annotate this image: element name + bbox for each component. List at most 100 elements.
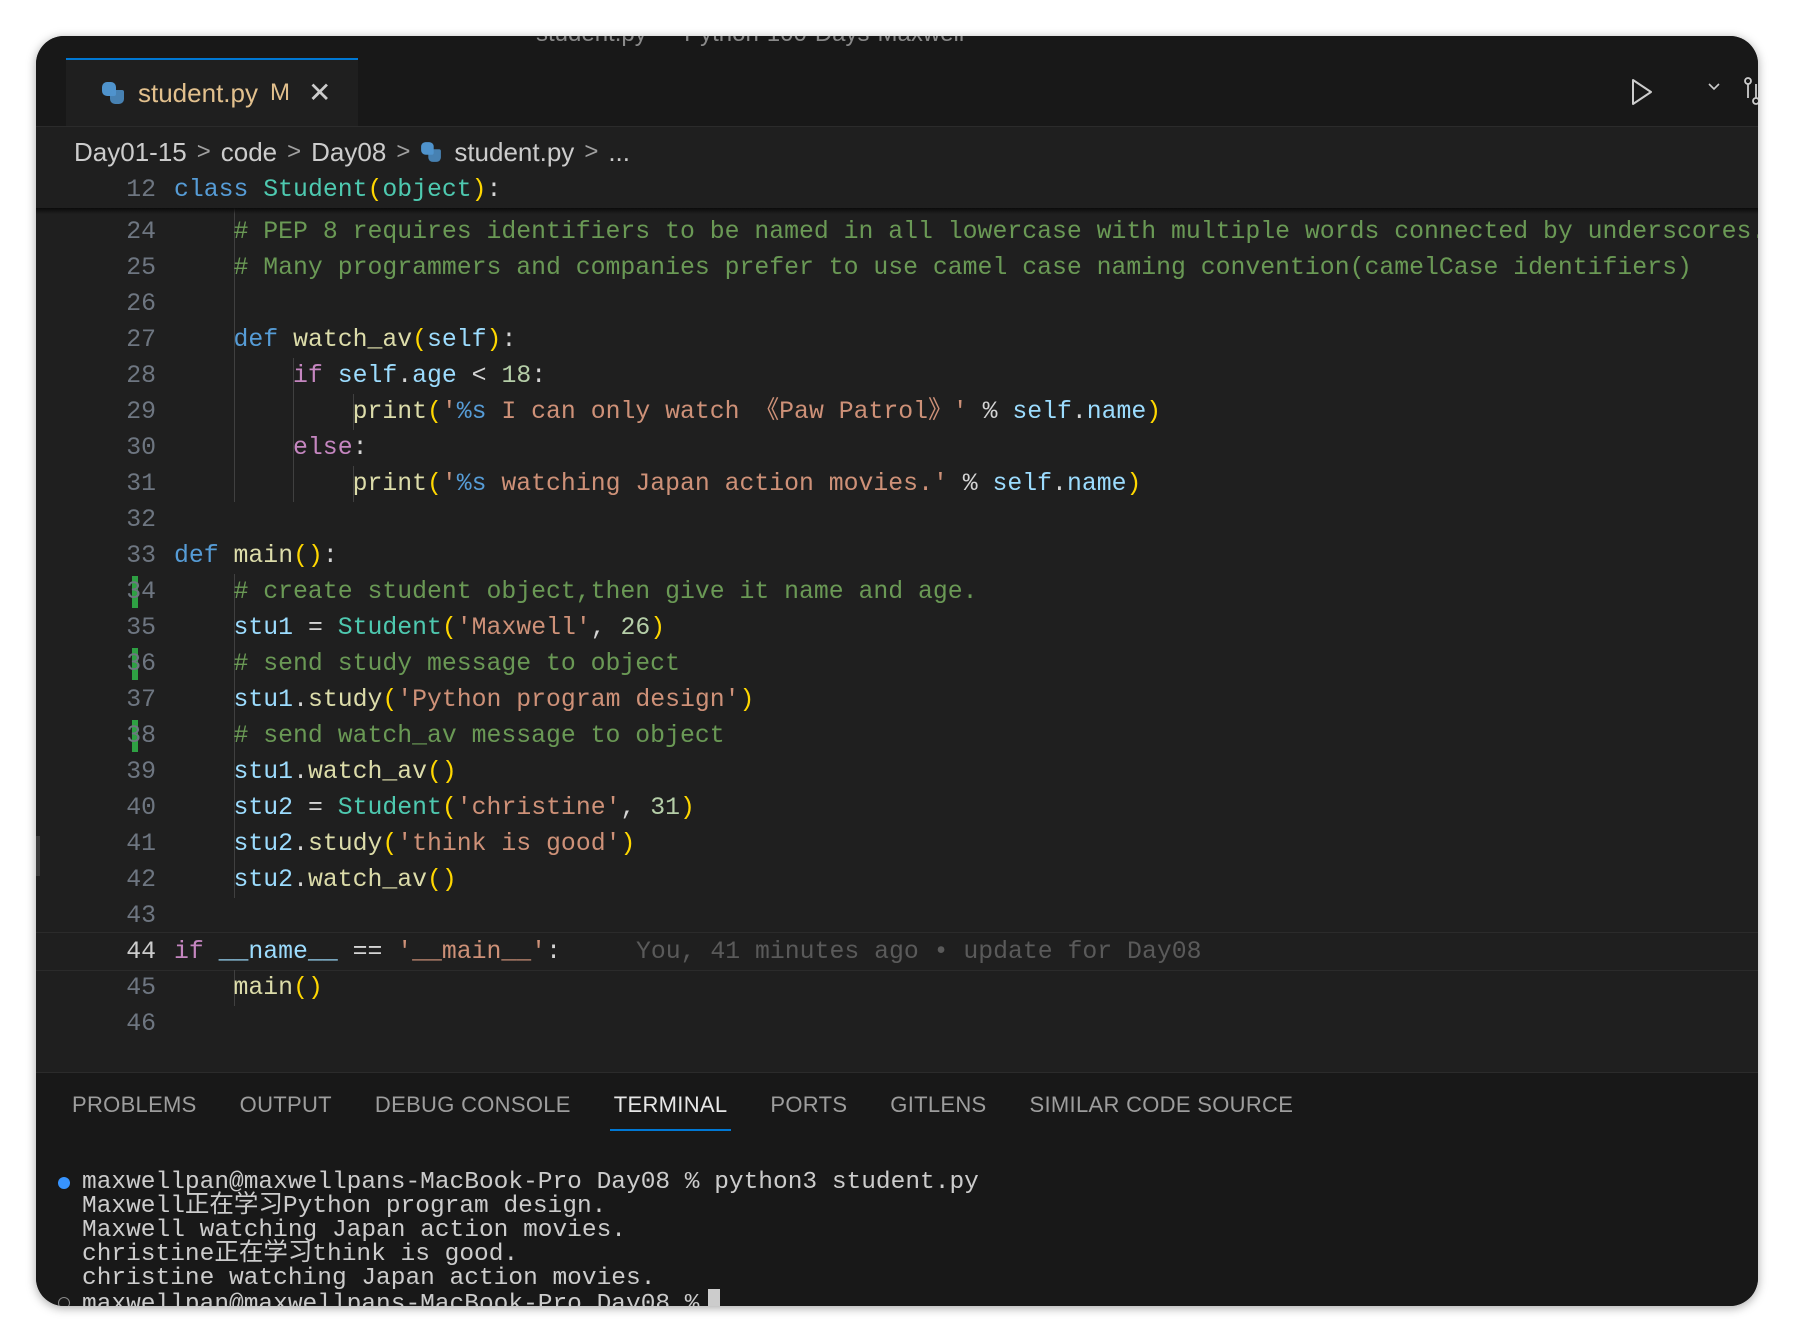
terminal-prompt-line: maxwellpan@maxwellpans-MacBook-Pro Day08…: [82, 1289, 720, 1306]
code-line[interactable]: 29 print('%s I can only watch 《Paw Patro…: [36, 394, 1758, 430]
code-text: # send watch_av message to object: [233, 722, 725, 750]
code-line[interactable]: 27 def watch_av(self):: [36, 322, 1758, 358]
breadcrumb-item-day08[interactable]: Day08: [311, 137, 386, 168]
code-text: stu2.watch_av(): [233, 866, 457, 894]
bottom-panel: PROBLEMS OUTPUT DEBUG CONSOLE TERMINAL P…: [36, 1072, 1758, 1306]
line-number[interactable]: 36: [76, 646, 156, 682]
tab-output[interactable]: OUTPUT: [240, 1073, 332, 1137]
code-line[interactable]: 32: [36, 502, 1758, 538]
code-line[interactable]: 35 stu1 = Student('Maxwell', 26): [36, 610, 1758, 646]
breadcrumb-separator: >: [287, 138, 302, 165]
code-line[interactable]: 34 # create student object,then give it …: [36, 574, 1758, 610]
code-line[interactable]: 43: [36, 898, 1758, 934]
line-number[interactable]: 27: [76, 322, 156, 358]
sash-handle[interactable]: [36, 836, 40, 876]
line-number[interactable]: 44: [76, 934, 156, 970]
line-number[interactable]: 42: [76, 862, 156, 898]
breadcrumb-item-code[interactable]: code: [221, 137, 277, 168]
code-line[interactable]: 37 stu1.study('Python program design'): [36, 682, 1758, 718]
line-number[interactable]: 43: [76, 898, 156, 934]
compare-changes-icon: [1744, 77, 1758, 105]
line-number[interactable]: 39: [76, 754, 156, 790]
sticky-scroll-shadow: [36, 208, 1758, 214]
tab-label: student.py: [138, 77, 258, 108]
line-number[interactable]: 30: [76, 430, 156, 466]
close-icon[interactable]: ✕: [308, 79, 331, 107]
tab-debug-console[interactable]: DEBUG CONSOLE: [375, 1073, 571, 1137]
code-text: # create student object,then give it nam…: [233, 578, 978, 606]
line-number[interactable]: 25: [76, 250, 156, 286]
compare-changes-button[interactable]: [1742, 76, 1758, 106]
command-success-icon: [58, 1177, 70, 1189]
line-number[interactable]: 29: [76, 394, 156, 430]
breadcrumb: Day01-15 > code > Day08 > student.py > .…: [74, 132, 630, 172]
run-button[interactable]: [1630, 78, 1690, 108]
code-editor[interactable]: 24 # PEP 8 requires identifiers to be na…: [36, 174, 1758, 1070]
code-text: if __name__ == '__main__':: [174, 938, 561, 966]
line-number[interactable]: 34: [76, 574, 156, 610]
line-number[interactable]: 12: [76, 174, 156, 208]
code-text: stu1 = Student('Maxwell', 26): [233, 614, 666, 642]
code-text: print('%s watching Japan action movies.'…: [352, 470, 1142, 498]
code-text: stu2 = Student('christine', 31): [233, 794, 695, 822]
code-line[interactable]: 36 # send study message to object: [36, 646, 1758, 682]
code-line[interactable]: 44 if __name__ == '__main__': You, 41 minu…: [36, 934, 1758, 970]
code-line[interactable]: 40 stu2 = Student('christine', 31): [36, 790, 1758, 826]
breadcrumb-item-symbols[interactable]: ...: [608, 137, 630, 168]
tab-student-py[interactable]: student.py M ✕: [66, 58, 358, 126]
code-line[interactable]: 45 main(): [36, 970, 1758, 1006]
tab-similar-code-source[interactable]: SIMILAR CODE SOURCE: [1030, 1073, 1294, 1137]
line-number[interactable]: 35: [76, 610, 156, 646]
line-number[interactable]: 28: [76, 358, 156, 394]
code-line[interactable]: 25 # Many programmers and companies pref…: [36, 250, 1758, 286]
tab-ports[interactable]: PORTS: [770, 1073, 847, 1137]
line-number[interactable]: 31: [76, 466, 156, 502]
code-line[interactable]: 30 else:: [36, 430, 1758, 466]
terminal-cursor: [707, 1289, 720, 1306]
play-icon: [1632, 79, 1652, 105]
line-number[interactable]: 24: [76, 214, 156, 250]
code-line[interactable]: 24 # PEP 8 requires identifiers to be na…: [36, 214, 1758, 250]
code-line[interactable]: 39 stu1.watch_av(): [36, 754, 1758, 790]
breadcrumb-separator: >: [396, 138, 411, 165]
code-line[interactable]: 46: [36, 1006, 1758, 1042]
tab-gitlens[interactable]: GITLENS: [890, 1073, 986, 1137]
code-line[interactable]: 28 if self.age < 18:: [36, 358, 1758, 394]
tab-problems[interactable]: PROBLEMS: [72, 1073, 197, 1137]
line-number[interactable]: 32: [76, 502, 156, 538]
code-line[interactable]: 42 stu2.watch_av(): [36, 862, 1758, 898]
line-number[interactable]: 37: [76, 682, 156, 718]
line-number[interactable]: 33: [76, 538, 156, 574]
code-text: stu1.study('Python program design'): [233, 686, 755, 714]
modified-badge: M: [269, 79, 290, 106]
breadcrumb-item-day01-15[interactable]: Day01-15: [74, 137, 187, 168]
line-number[interactable]: 40: [76, 790, 156, 826]
title-bar: student.py — Python-100-Days-Maxwell: [36, 36, 1758, 58]
code-text: print('%s I can only watch 《Paw Patrol》'…: [352, 398, 1162, 426]
python-icon: [421, 142, 442, 162]
line-number[interactable]: 26: [76, 286, 156, 322]
code-line[interactable]: 12 class Student(object):: [36, 174, 1758, 208]
tab-terminal[interactable]: TERMINAL: [609, 1073, 732, 1137]
code-text: main(): [233, 974, 323, 1002]
code-text: else:: [293, 434, 368, 462]
code-line[interactable]: 38 # send watch_av message to object: [36, 718, 1758, 754]
line-number[interactable]: 38: [76, 718, 156, 754]
code-line[interactable]: 33 def main():: [36, 538, 1758, 574]
line-number[interactable]: 45: [76, 970, 156, 1006]
line-number[interactable]: 46: [76, 1006, 156, 1042]
git-blame-annotation[interactable]: You, 41 minutes ago • update for Day08: [636, 934, 1201, 970]
window-title: student.py — Python-100-Days-Maxwell: [536, 36, 964, 48]
chevron-down-icon: [1708, 83, 1720, 91]
python-icon: [102, 82, 124, 104]
code-line[interactable]: 31 print('%s watching Japan action movie…: [36, 466, 1758, 502]
editor-tab-bar: student.py M ✕: [36, 58, 1758, 127]
vscode-window: student.py — Python-100-Days-Maxwell stu…: [36, 36, 1758, 1306]
line-number[interactable]: 41: [76, 826, 156, 862]
sticky-scroll-header[interactable]: 12 class Student(object):: [36, 174, 1758, 214]
code-line[interactable]: 41 stu2.study('think is good'): [36, 826, 1758, 862]
code-line[interactable]: 26: [36, 286, 1758, 322]
code-text: # send study message to object: [233, 650, 680, 678]
run-dropdown-button[interactable]: [1706, 78, 1722, 101]
breadcrumb-item-file[interactable]: student.py: [454, 137, 574, 168]
